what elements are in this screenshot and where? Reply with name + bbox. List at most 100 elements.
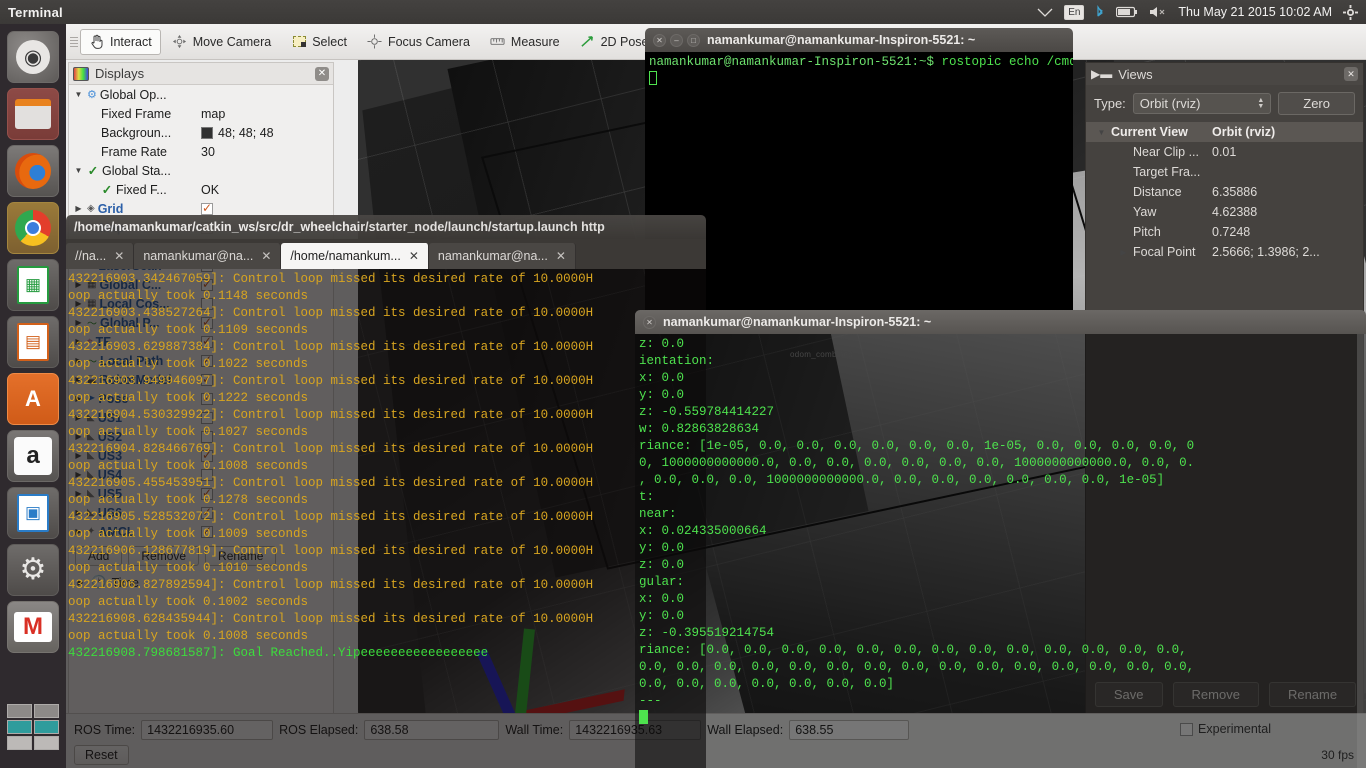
terminal-output-line: oop actually took 0.1022 seconds	[68, 357, 309, 371]
terminal-output-line: 432216903.949946097]: Control loop misse…	[68, 374, 594, 388]
close-icon[interactable]: ✕	[114, 249, 124, 263]
display-row-label: Grid	[97, 201, 124, 216]
maximize-icon[interactable]: □	[687, 33, 700, 47]
close-icon[interactable]: ✕	[556, 249, 566, 263]
launcher-item-libreoffice-writer[interactable]: ▣	[7, 487, 59, 539]
workspace-cell[interactable]	[7, 736, 32, 750]
top-panel: Terminal En Thu May 21 2015 10:02 AM	[0, 0, 1366, 24]
workspace-cell[interactable]	[34, 704, 59, 718]
clock[interactable]: Thu May 21 2015 10:02 AM	[1178, 5, 1332, 19]
launcher-item-gmail[interactable]: M	[7, 601, 59, 653]
display-enable-checkbox[interactable]	[201, 201, 213, 215]
terminal-body[interactable]: z: 0.0 ientation: x: 0.0 y: 0.0 z: -0.559784…	[635, 334, 1366, 768]
close-icon[interactable]: ✕	[653, 33, 666, 47]
view-type-label: Type:	[1094, 96, 1126, 111]
terminal-body[interactable]: namankumar@namankumar-Inspiron-5521:~$ r…	[645, 52, 1073, 328]
launcher-item-chrome[interactable]	[7, 202, 59, 254]
launcher-item-ubuntu-dash[interactable]: ◉	[7, 31, 59, 83]
tool-move-camera[interactable]: Move Camera	[163, 29, 281, 55]
terminal-output-line: z: 0.0	[639, 337, 685, 351]
terminal-output-line: 0.0, 0.0, 0.0, 0.0, 0.0, 0.0, 0.0, 0.0, …	[639, 660, 1195, 674]
launcher-item-amazon[interactable]: a	[7, 430, 59, 482]
terminal-output-line: ---	[639, 694, 662, 708]
view-property-row[interactable]: Yaw 4.62388	[1086, 202, 1363, 222]
toolbar-grip[interactable]	[70, 31, 78, 53]
chevron-icon[interactable]: ▶	[73, 204, 84, 213]
terminal-body[interactable]: 432216903.342467059]: Control loop misse…	[66, 269, 706, 768]
view-property-label: Current View	[1111, 125, 1188, 139]
terminal-tab-bar[interactable]: //na... ✕ namankumar@na... ✕/home/namankum.…	[66, 239, 706, 269]
panel-app-name[interactable]: Terminal	[8, 5, 63, 20]
text-cursor	[639, 710, 648, 724]
terminal-titlebar[interactable]: /home/namankumar/catkin_ws/src/dr_wheelc…	[66, 215, 706, 239]
display-row[interactable]: ▼ ⚙ Global Op...	[69, 85, 333, 104]
launcher-item-files[interactable]	[7, 88, 59, 140]
tool-interact[interactable]: Interact	[80, 28, 161, 55]
terminal-titlebar[interactable]: ✕ – □ namankumar@namankumar-Inspiron-552…	[645, 28, 1073, 52]
display-row[interactable]: Fixed Frame map	[69, 104, 333, 123]
terminal-window-cmdvel-echo[interactable]: ✕ namankumar@namankumar-Inspiron-5521: ~…	[635, 310, 1366, 768]
workspace-switcher[interactable]	[7, 704, 59, 762]
focus-camera-icon	[367, 34, 383, 50]
display-row[interactable]: Backgroun... 48; 48; 48	[69, 123, 333, 142]
chevron-icon[interactable]: ▼	[1096, 128, 1107, 137]
tool-select[interactable]: Select	[282, 29, 356, 55]
spinner-arrows-icon[interactable]: ▲ ▼	[1257, 97, 1264, 110]
launcher-item-firefox[interactable]	[7, 145, 59, 197]
launcher-item-libreoffice-calc[interactable]: ▦	[7, 259, 59, 311]
view-property-row[interactable]: ▶ Focal Point 2.5666; 1.3986; 2...	[1086, 242, 1363, 262]
launcher-item-software-center[interactable]: A	[7, 373, 59, 425]
close-icon[interactable]: ✕	[643, 315, 656, 329]
terminal-titlebar[interactable]: ✕ namankumar@namankumar-Inspiron-5521: ~	[635, 310, 1366, 334]
terminal-output-line: riance: [0.0, 0.0, 0.0, 0.0, 0.0, 0.0, 0…	[639, 643, 1187, 657]
gear-icon[interactable]	[1343, 4, 1358, 20]
keyboard-layout-indicator[interactable]: En	[1064, 4, 1085, 20]
background-color-swatch[interactable]	[201, 126, 213, 139]
display-row[interactable]: ✓ Fixed F... OK	[69, 180, 333, 199]
bluetooth-icon[interactable]	[1095, 5, 1105, 19]
minimize-icon[interactable]: –	[670, 33, 683, 47]
battery-icon[interactable]	[1116, 6, 1138, 18]
workspace-cell[interactable]	[7, 704, 32, 718]
views-tree[interactable]: ▼ Current View Orbit (rviz) Near Clip ... 0.…	[1086, 122, 1363, 262]
terminal-window-rostopic[interactable]: ✕ – □ namankumar@namankumar-Inspiron-552…	[645, 28, 1073, 328]
terminal-tab-label: //na...	[75, 249, 107, 263]
view-type-select[interactable]: Orbit (rviz) ▲ ▼	[1132, 93, 1272, 114]
volume-muted-icon[interactable]	[1149, 6, 1167, 18]
terminal-scrollbar[interactable]	[1357, 334, 1366, 768]
close-icon[interactable]: ✕	[315, 66, 329, 81]
workspace-cell[interactable]	[34, 736, 59, 750]
launcher-item-libreoffice-impress[interactable]: ▤	[7, 316, 59, 368]
chevron-icon[interactable]: ▼	[73, 166, 84, 175]
workspace-cell[interactable]	[7, 720, 32, 734]
view-property-row[interactable]: Distance 6.35886	[1086, 182, 1363, 202]
terminal-output-line: , 0.0, 0.0, 0.0, 1000000000000.0, 0.0, 0…	[639, 473, 1165, 487]
terminal-output-line: y: 0.0	[639, 541, 685, 555]
view-property-row[interactable]: Target Fra...	[1086, 162, 1363, 182]
window-controls[interactable]: ✕ – □	[653, 33, 700, 47]
workspace-cell[interactable]	[34, 720, 59, 734]
zero-view-button[interactable]: Zero	[1278, 92, 1355, 115]
tool-focus-camera[interactable]: Focus Camera	[358, 29, 479, 55]
display-row[interactable]: ▼ ✓ Global Sta...	[69, 161, 333, 180]
terminal-tab[interactable]: namankumar@na... ✕	[428, 243, 576, 269]
tool-measure[interactable]: Measure	[481, 29, 569, 55]
display-row[interactable]: Frame Rate 30	[69, 142, 333, 161]
view-property-row[interactable]: Pitch 0.7248	[1086, 222, 1363, 242]
terminal-output-line: 432216905.455453951]: Control loop misse…	[68, 476, 594, 490]
terminal-tab[interactable]: /home/namankum... ✕	[281, 243, 429, 269]
wifi-icon[interactable]	[1037, 6, 1053, 18]
shell-prompt: namankumar@namankumar-Inspiron-5521:~$	[649, 55, 935, 69]
close-icon[interactable]: ✕	[1344, 67, 1358, 81]
close-icon[interactable]: ✕	[261, 249, 271, 263]
terminal-tab[interactable]: namankumar@na... ✕	[134, 243, 282, 269]
close-icon[interactable]: ✕	[409, 249, 419, 263]
launcher-item-system-settings[interactable]: ⚙	[7, 544, 59, 596]
chevron-icon[interactable]: ▼	[73, 90, 84, 99]
terminal-tab[interactable]: //na... ✕	[66, 243, 135, 269]
chevron-icon[interactable]: ▶	[1118, 248, 1129, 257]
terminal-window-roslaunch[interactable]: /home/namankumar/catkin_ws/src/dr_wheelc…	[66, 215, 706, 768]
window-controls[interactable]: ✕	[643, 315, 656, 329]
view-property-row[interactable]: Near Clip ... 0.01	[1086, 142, 1363, 162]
view-property-row[interactable]: ▼ Current View Orbit (rviz)	[1086, 122, 1363, 142]
